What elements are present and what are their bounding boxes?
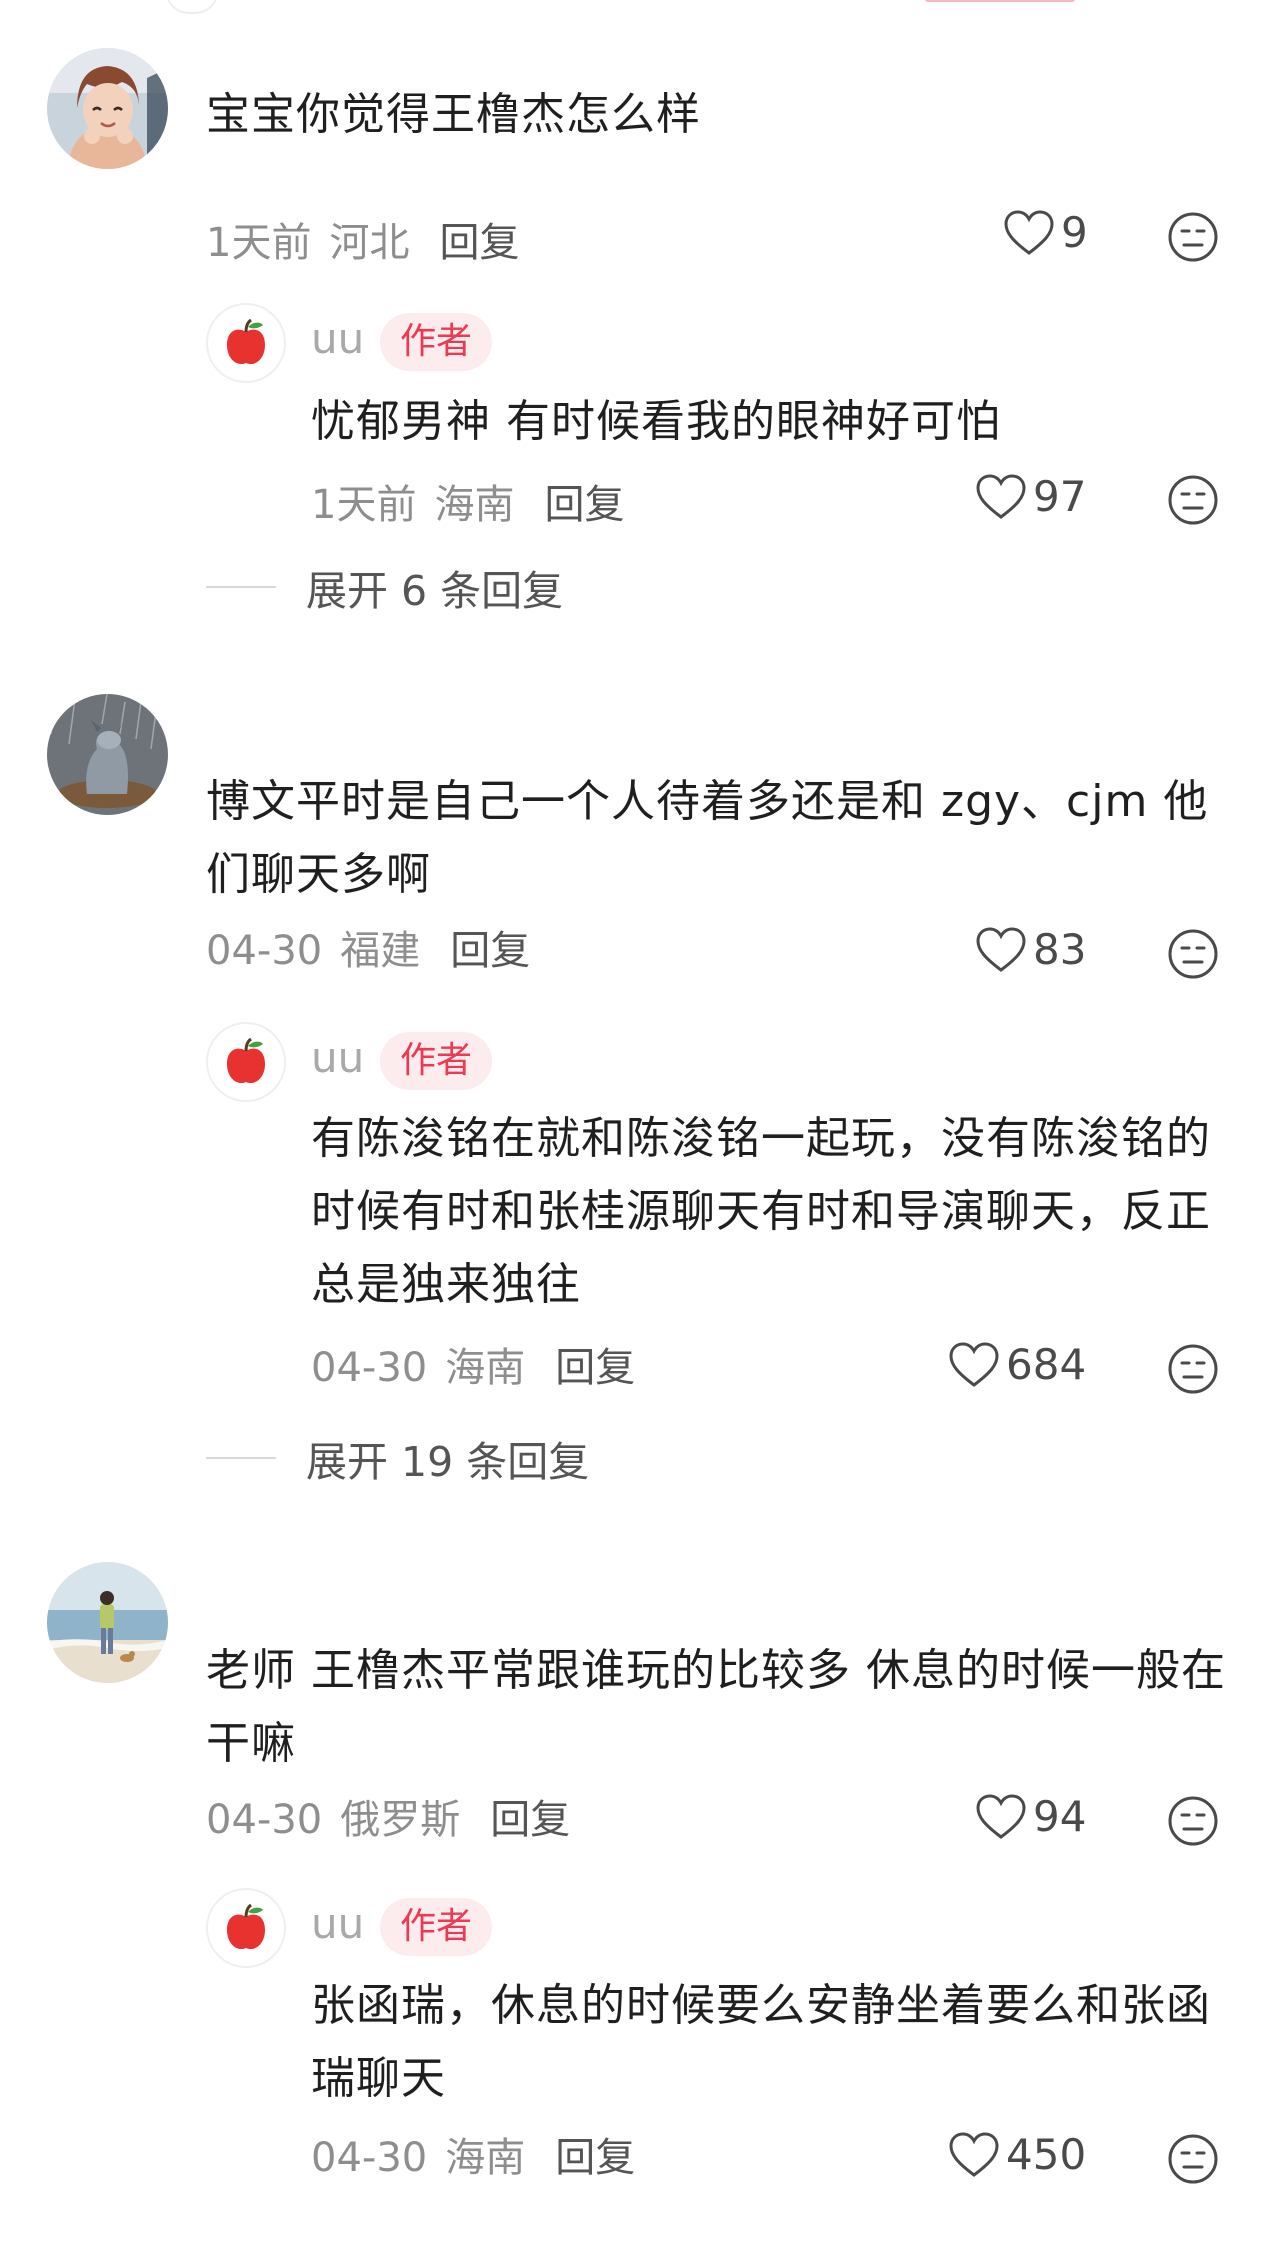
author-name[interactable]: uu <box>311 1033 364 1082</box>
reply-meta: 04-30 海南 回复 <box>311 2125 635 2183</box>
reply-button[interactable]: 回复 <box>555 1345 635 1391</box>
comment-meta: 04-30 俄罗斯 回复 <box>206 1787 570 1845</box>
reply-button[interactable]: 回复 <box>439 220 519 266</box>
like-count: 94 <box>1033 1792 1087 1841</box>
sad-face-icon[interactable] <box>1167 928 1219 980</box>
previous-avatar-edge <box>165 0 219 14</box>
author-name[interactable]: uu <box>311 314 364 363</box>
comment-time: 04-30 <box>206 1797 323 1843</box>
expand-replies-button[interactable]: 展开 19 条回复 <box>206 1428 589 1488</box>
author-avatar[interactable] <box>206 1888 286 1968</box>
reply-button[interactable]: 回复 <box>450 928 530 974</box>
sad-face-icon[interactable] <box>1167 2133 1219 2185</box>
like-count: 684 <box>1006 1340 1087 1389</box>
comment-time: 1天前 <box>206 220 312 266</box>
comment-location: 河北 <box>329 220 410 266</box>
apple-icon <box>227 1903 265 1950</box>
like-count: 83 <box>1033 925 1087 974</box>
reply-time: 1天前 <box>311 482 417 528</box>
comment-meta: 1天前 河北 回复 <box>206 210 519 268</box>
like-button[interactable]: 83 <box>975 925 1086 974</box>
comment-meta: 04-30 福建 回复 <box>206 918 530 976</box>
comment-text: 老师 王橹杰平常跟谁玩的比较多 休息的时候一般在干嘛 <box>206 1645 1226 1769</box>
sad-face-icon[interactable] <box>1167 1343 1219 1395</box>
heart-outline-icon <box>949 1341 999 1387</box>
author-badge: 作者 <box>380 1898 493 1956</box>
commenter-avatar[interactable] <box>47 48 168 169</box>
reply-meta: 1天前 海南 回复 <box>311 472 624 530</box>
like-button[interactable]: 97 <box>975 472 1086 521</box>
heart-outline-icon <box>976 473 1026 519</box>
reply-text: 忧郁男神 有时候看我的眼神好可怕 <box>311 396 1001 447</box>
commenter-avatar[interactable] <box>47 694 168 815</box>
reply-button[interactable]: 回复 <box>490 1797 570 1843</box>
commenter-avatar[interactable] <box>47 1562 168 1683</box>
author-avatar[interactable] <box>206 1022 286 1102</box>
author-avatar[interactable] <box>206 303 286 383</box>
expand-replies-label: 展开 6 条回复 <box>306 567 564 615</box>
like-button[interactable]: 684 <box>948 1340 1086 1389</box>
previous-action-edge <box>925 0 1075 2</box>
author-badge: 作者 <box>380 1032 493 1090</box>
like-button[interactable]: 9 <box>1003 208 1088 257</box>
reply-button[interactable]: 回复 <box>544 482 624 528</box>
like-button[interactable]: 94 <box>975 1792 1086 1841</box>
comment-time: 04-30 <box>206 928 323 974</box>
reply-button[interactable]: 回复 <box>555 2135 635 2181</box>
apple-icon <box>227 1037 265 1084</box>
sad-face-icon[interactable] <box>1167 1795 1219 1847</box>
divider <box>206 1457 276 1459</box>
reply-location: 海南 <box>445 2135 526 2181</box>
reply-text: 张函瑞，休息的时候要么安静坐着要么和张函瑞聊天 <box>311 1980 1211 2104</box>
apple-icon <box>227 318 265 365</box>
comment-text: 宝宝你觉得王橹杰怎么样 <box>206 89 701 140</box>
reply-time: 04-30 <box>311 2135 428 2181</box>
comment-location: 福建 <box>340 928 421 974</box>
reply-location: 海南 <box>434 482 515 528</box>
author-name[interactable]: uu <box>311 1899 364 1948</box>
expand-replies-label: 展开 19 条回复 <box>306 1438 590 1486</box>
reply-location: 海南 <box>445 1345 526 1391</box>
sad-face-icon[interactable] <box>1167 211 1219 263</box>
comment-location: 俄罗斯 <box>340 1797 461 1843</box>
heart-outline-icon <box>976 1793 1026 1839</box>
like-button[interactable]: 450 <box>948 2130 1086 2179</box>
expand-replies-button[interactable]: 展开 6 条回复 <box>206 557 563 617</box>
sad-face-icon[interactable] <box>1167 474 1219 526</box>
like-count: 450 <box>1006 2130 1087 2179</box>
heart-outline-icon <box>1004 209 1054 255</box>
reply-meta: 04-30 海南 回复 <box>311 1335 635 1393</box>
heart-outline-icon <box>949 2131 999 2177</box>
like-count: 9 <box>1061 208 1088 257</box>
author-badge: 作者 <box>380 313 493 371</box>
like-count: 97 <box>1033 472 1087 521</box>
reply-text: 有陈浚铭在就和陈浚铭一起玩，没有陈浚铭的时候有时和张桂源聊天有时和导演聊天，反正… <box>311 1113 1211 1310</box>
divider <box>206 586 276 588</box>
reply-time: 04-30 <box>311 1345 428 1391</box>
comment-text: 博文平时是自己一个人待着多还是和 zgy、cjm 他们聊天多啊 <box>206 776 1209 900</box>
heart-outline-icon <box>976 926 1026 972</box>
